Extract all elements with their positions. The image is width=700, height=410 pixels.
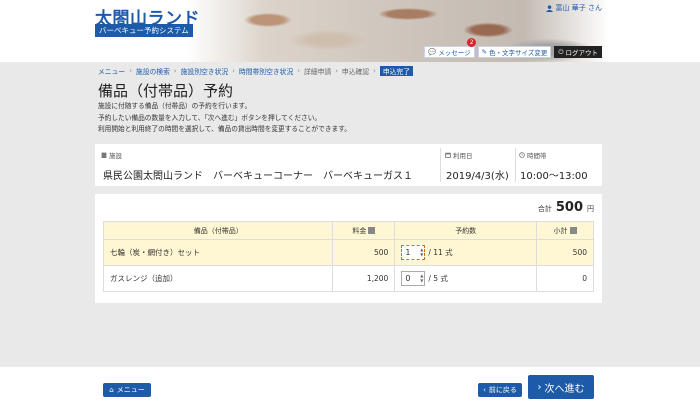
page-title: 備品（付帯品）予約	[98, 82, 234, 100]
breadcrumb-time-availability[interactable]: 時間帯別空き状況	[239, 66, 293, 76]
breadcrumb: メニュー › 施設の検索 › 施設別空き状況 › 時間帯別空き状況 › 詳細申請…	[98, 66, 413, 76]
quantity-stepper: 1 ▲ ▼ / 11 式	[401, 245, 530, 260]
equipment-panel: 合計 500 円 備品（付帯品） 料金 予約数 小計 七輪（炭・網付き）セット …	[95, 194, 602, 303]
equipment-name: ガスレンジ（追加）	[102, 265, 334, 292]
quantity-stepper: 0 ▲ ▼ / 5 式	[401, 271, 530, 286]
user-name: 富山 華子 さん	[545, 3, 602, 13]
total-value: 500	[555, 200, 583, 215]
table-row: ガスレンジ（追加） 1,200 0 ▲ ▼ / 5 式 0	[102, 265, 594, 292]
site-subtitle: バーベキュー予約システム	[95, 24, 193, 37]
display-settings-button[interactable]: ✎ 色・文字サイズ変更	[477, 46, 552, 58]
divider	[440, 148, 441, 182]
date-value: 2019/4/3(水)	[446, 171, 509, 182]
intro-line: 予約したい備品の数量を入力して、「次へ進む」ボタンを押してください。	[98, 113, 322, 122]
quantity-value: 0	[405, 274, 411, 283]
equipment-name: 七輪（炭・網付き）セット	[102, 239, 334, 266]
breadcrumb-detail-application: 詳細申請	[304, 68, 332, 76]
building-icon	[101, 152, 107, 158]
intro-text: 施設に付随する備品（付帯品）の予約を行います。 予約したい備品の数量を入力して、…	[98, 101, 351, 136]
equipment-price: 500	[332, 239, 396, 266]
breadcrumb-separator-icon: ›	[335, 67, 338, 75]
date-label-text: 利用日	[453, 152, 473, 160]
logout-icon: ⏻	[558, 47, 564, 56]
reservation-info-panel: 施設 県民公園太閤山ランド バーベキューコーナー バーベキューガス１ 利用日 2…	[95, 144, 602, 186]
logout-button[interactable]: ⏻ ログアウト	[554, 46, 602, 58]
breadcrumb-confirmation: 申込確認	[341, 68, 370, 76]
home-icon: ⌂	[109, 386, 114, 394]
equipment-subtotal: 0	[536, 265, 594, 292]
message-button[interactable]: 💬 メッセージ 2	[424, 38, 477, 58]
breadcrumb-menu[interactable]: メニュー	[98, 66, 125, 76]
stock-label: / 5 式	[428, 274, 448, 283]
menu-button[interactable]: ⌂ メニュー	[103, 383, 151, 397]
breadcrumb-facility-search[interactable]: 施設の検索	[136, 66, 170, 76]
quantity-input[interactable]: 0 ▲ ▼	[401, 271, 426, 286]
footer-bar: ⌂ メニュー ‹ 前に戻る › 次へ進む	[0, 367, 700, 410]
date-label: 利用日	[445, 150, 473, 160]
total-amount: 合計 500 円	[538, 200, 594, 215]
col-quantity: 予約数	[394, 221, 538, 240]
total-label: 合計	[537, 205, 552, 213]
display-settings-label: 色・文字サイズ変更	[489, 49, 548, 57]
message-label: メッセージ	[438, 49, 471, 57]
col-equipment: 備品（付帯品）	[102, 221, 334, 240]
quantity-cell: 0 ▲ ▼ / 5 式	[394, 265, 538, 292]
breadcrumb-separator-icon: ›	[373, 67, 376, 75]
header-buttons: 💬 メッセージ 2 ✎ 色・文字サイズ変更 ⏻ ログアウト	[424, 38, 602, 58]
user-icon	[545, 4, 553, 12]
breadcrumb-separator-icon: ›	[129, 67, 132, 75]
message-count-badge: 2	[467, 38, 477, 47]
stock-label: / 11 式	[428, 248, 453, 257]
chevron-left-icon: ‹	[483, 386, 486, 394]
col-price: 料金	[332, 221, 396, 240]
breadcrumb-separator-icon: ›	[232, 67, 235, 75]
intro-line: 利用開始と利用終了の時間を選択して、備品の貸出時間を変更することができます。	[98, 125, 351, 133]
menu-button-label: メニュー	[116, 386, 145, 394]
time-label: 時間帯	[519, 150, 547, 160]
equipment-price: 1,200	[332, 265, 396, 292]
clock-icon	[519, 152, 525, 158]
col-subtotal: 小計	[536, 221, 594, 240]
spinner-arrows-icon[interactable]: ▲ ▼	[420, 273, 423, 283]
calendar-icon	[445, 152, 451, 158]
facility-value: 県民公園太閤山ランド バーベキューコーナー バーベキューガス１	[103, 171, 413, 182]
intro-line: 施設に付随する備品（付帯品）の予約を行います。	[98, 102, 252, 110]
spinner-arrows-icon[interactable]: ▲ ▼	[420, 247, 423, 257]
col-price-label: 料金	[352, 226, 367, 235]
user-name-label: 富山 華子 さん	[555, 4, 602, 12]
time-value: 10:00～13:00	[520, 171, 588, 182]
quantity-cell: 1 ▲ ▼ / 11 式	[394, 239, 538, 266]
facility-label: 施設	[101, 150, 122, 160]
sort-icon[interactable]	[368, 227, 376, 234]
table-header-row: 備品（付帯品） 料金 予約数 小計	[102, 221, 594, 240]
breadcrumb-facility-availability[interactable]: 施設別空き状況	[181, 66, 229, 76]
quantity-input[interactable]: 1 ▲ ▼	[401, 245, 426, 260]
pencil-icon: ✎	[481, 48, 488, 56]
sort-icon[interactable]	[569, 227, 577, 234]
header: 太閤山ランド バーベキュー予約システム 富山 華子 さん 💬 メッセージ 2 ✎…	[0, 0, 700, 62]
total-unit: 円	[587, 205, 594, 213]
col-subtotal-label: 小計	[553, 226, 568, 235]
time-label-text: 時間帯	[527, 152, 547, 160]
equipment-table: 備品（付帯品） 料金 予約数 小計 七輪（炭・網付き）セット 500 1 ▲ ▼ …	[102, 221, 594, 292]
back-button-label: 前に戻る	[488, 386, 517, 394]
breadcrumb-separator-icon: ›	[297, 67, 300, 75]
message-icon: 💬	[428, 48, 437, 56]
breadcrumb-separator-icon: ›	[173, 67, 177, 75]
divider	[515, 148, 516, 182]
next-button[interactable]: › 次へ進む	[528, 375, 594, 399]
logout-label: ログアウト	[565, 49, 599, 57]
breadcrumb-complete: 申込完了	[379, 66, 413, 76]
chevron-right-icon: ›	[537, 381, 542, 393]
equipment-subtotal: 500	[536, 239, 594, 266]
back-button[interactable]: ‹ 前に戻る	[478, 383, 522, 397]
table-row: 七輪（炭・網付き）セット 500 1 ▲ ▼ / 11 式 500	[102, 239, 594, 266]
facility-label-text: 施設	[109, 152, 122, 160]
quantity-value: 1	[405, 248, 411, 257]
next-button-label: 次へ進む	[544, 383, 585, 395]
